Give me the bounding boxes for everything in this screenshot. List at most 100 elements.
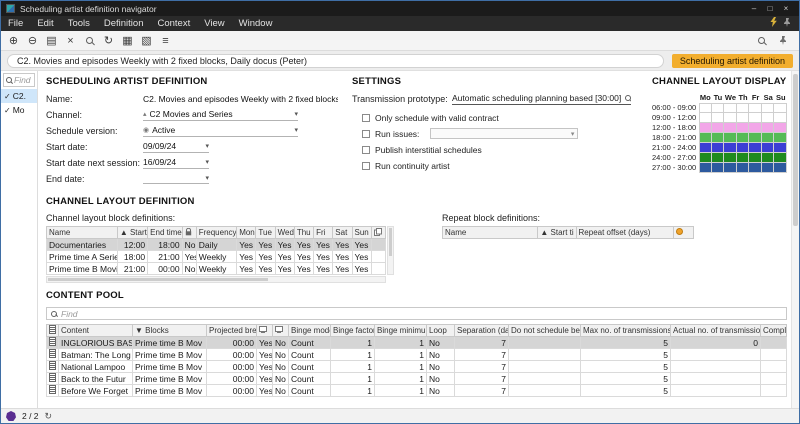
scrollbar-thumb[interactable] <box>48 278 268 281</box>
content-pool-row[interactable]: Batman: The LongPrime time B Mov00:00Yes… <box>47 349 787 361</box>
blocks-header-5[interactable]: Mon <box>237 227 256 239</box>
add-icon[interactable]: ⊕ <box>5 33 22 49</box>
content-pool-find-input[interactable]: Find <box>46 307 787 320</box>
start-date-field[interactable]: 09/09/24 ▾ <box>143 141 209 153</box>
start-date-next-field[interactable]: 16/09/24 ▾ <box>143 157 209 169</box>
pool-header-8[interactable]: Loop <box>427 325 455 337</box>
blocks-header-1[interactable]: ▲ Start ti <box>117 227 147 239</box>
checkbox-icon[interactable] <box>362 162 370 170</box>
blocks-header-10[interactable]: Sat <box>333 227 352 239</box>
refresh-icon[interactable]: ↻ <box>100 33 117 49</box>
sidebar-item-c2[interactable]: ✓C2. <box>1 89 37 103</box>
main-vertical-scrollbar[interactable] <box>791 71 799 408</box>
pin-icon[interactable] <box>774 33 791 49</box>
menu-context[interactable]: Context <box>150 16 197 31</box>
check-icon: ✓ <box>4 106 11 115</box>
blocks-header-11[interactable]: Sun <box>352 227 371 239</box>
checkbox-icon[interactable] <box>362 114 370 122</box>
name-field[interactable]: C2. Movies and episodes Weekly with 2 fi… <box>143 94 338 104</box>
menu-view[interactable]: View <box>197 16 231 31</box>
search-icon[interactable] <box>81 33 98 49</box>
delete-icon[interactable]: × <box>62 33 79 49</box>
pool-header-0[interactable]: Content <box>59 325 133 337</box>
breadcrumb-field[interactable]: C2. Movies and episodes Weekly with 2 fi… <box>7 54 664 68</box>
content-pool-row[interactable]: National LampooPrime time B Mov00:00YesN… <box>47 361 787 373</box>
content-pool-row[interactable]: Back to the FuturPrime time B Mov00:00Ye… <box>47 373 787 385</box>
repeat-header-0[interactable]: Name <box>443 227 538 239</box>
blocks-header-7[interactable]: Wed <box>275 227 294 239</box>
blocks-header-9[interactable]: Fri <box>314 227 333 239</box>
search-icon[interactable] <box>625 95 631 101</box>
blocks-vertical-scrollbar[interactable] <box>387 226 394 275</box>
pool-header-4[interactable] <box>273 325 289 337</box>
blocks-horizontal-scrollbar[interactable] <box>46 276 386 283</box>
start-date-label: Start date: <box>46 142 143 152</box>
end-date-field[interactable]: ▾ <box>143 174 209 184</box>
blocks-header-2[interactable]: End time <box>148 227 182 239</box>
sidebar-find-input[interactable]: Find <box>3 73 35 87</box>
pool-header-12[interactable]: Actual no. of transmissions <box>671 325 761 337</box>
pool-header-10[interactable]: Do not schedule before <box>509 325 581 337</box>
menu-edit[interactable]: Edit <box>30 16 60 31</box>
menu-definition[interactable]: Definition <box>97 16 151 31</box>
blocks-header-3[interactable] <box>182 227 196 239</box>
scrollbar-thumb[interactable] <box>389 228 392 256</box>
blocks-table-label: Channel layout block definitions: <box>46 213 424 223</box>
pool-header-13[interactable]: Compl <box>761 325 787 337</box>
run-issues-dropdown[interactable]: ▾ <box>430 128 578 139</box>
blocks-header-4[interactable]: Frequency <box>196 227 236 239</box>
repeat-header-1[interactable]: ▲ Start ti <box>538 227 576 239</box>
pin-icon[interactable] <box>783 18 791 30</box>
copy-icon[interactable]: ▦ <box>119 33 136 49</box>
inspect-icon[interactable] <box>753 33 770 49</box>
pool-header-11[interactable]: Max no. of transmissions <box>581 325 671 337</box>
layout-block-row[interactable]: Documentaries12:0018:00NoDailyYesYesYesY… <box>47 239 386 251</box>
chevron-down-icon: ▾ <box>294 110 298 118</box>
channel-select[interactable]: ▴ C2 Movies and Series ▾ <box>143 109 298 121</box>
blocks-header-6[interactable]: Tue <box>256 227 275 239</box>
pool-header-5[interactable]: Binge mode <box>289 325 331 337</box>
layout-grid-cell <box>712 123 725 133</box>
minimize-button[interactable]: – <box>746 4 762 13</box>
menu-tools[interactable]: Tools <box>61 16 97 31</box>
sidebar-item-mo[interactable]: ✓Mo <box>1 103 37 117</box>
close-button[interactable]: × <box>778 4 794 13</box>
copy-rows-icon[interactable] <box>371 227 385 239</box>
chevron-down-icon: ▾ <box>571 130 575 138</box>
pool-header-2[interactable]: Projected break <box>207 325 257 337</box>
repeat-header-2[interactable]: Repeat offset (days) <box>576 227 673 239</box>
cell: 7 <box>455 349 509 361</box>
row-type-column-icon[interactable] <box>47 325 59 337</box>
pool-header-7[interactable]: Binge minimum <box>375 325 427 337</box>
cell: No <box>427 385 455 397</box>
layout-block-row[interactable]: Prime time A Series18:0021:00YesWeeklyYe… <box>47 251 386 263</box>
pool-header-1[interactable]: ▼ Blocks <box>133 325 207 337</box>
content-pool-row[interactable]: INGLORIOUS BASPrime time B Mov00:00YesNo… <box>47 337 787 349</box>
open-icon[interactable]: ▤ <box>43 33 60 49</box>
refresh-icon[interactable]: ↻ <box>45 411 53 422</box>
sidebar-find-placeholder: Find <box>14 75 31 85</box>
blocks-header-0[interactable]: Name <box>47 227 118 239</box>
menu-window[interactable]: Window <box>232 16 280 31</box>
list-icon[interactable]: ≡ <box>157 33 174 49</box>
cell: 1 <box>375 337 427 349</box>
transmission-prototype-field[interactable]: Automatic scheduling planning based [30:… <box>452 93 631 105</box>
pool-header-3[interactable] <box>257 325 273 337</box>
cell: Yes <box>257 373 273 385</box>
blocks-header-8[interactable]: Thu <box>294 227 313 239</box>
content-pool-row[interactable]: Before We ForgetPrime time B Mov00:00Yes… <box>47 385 787 397</box>
maximize-button[interactable]: □ <box>762 4 778 13</box>
checkbox-icon[interactable] <box>362 146 370 154</box>
status-dot-icon[interactable] <box>673 227 693 239</box>
pool-header-9[interactable]: Separation (days) <box>455 325 509 337</box>
pool-header-6[interactable]: Binge factor <box>331 325 375 337</box>
flash-icon[interactable] <box>770 17 777 30</box>
menu-file[interactable]: File <box>1 16 30 31</box>
layout-block-row[interactable]: Prime time B Movies21:0000:00NoWeeklyYes… <box>47 263 386 275</box>
schedule-version-select[interactable]: ◉ Active ▾ <box>143 125 298 137</box>
scrollbar-thumb[interactable] <box>793 74 798 226</box>
board-icon[interactable]: ▧ <box>138 33 155 49</box>
checkbox-icon[interactable] <box>362 130 370 138</box>
remove-icon[interactable]: ⊖ <box>24 33 41 49</box>
checkbox-label: Publish interstitial schedules <box>375 145 482 155</box>
